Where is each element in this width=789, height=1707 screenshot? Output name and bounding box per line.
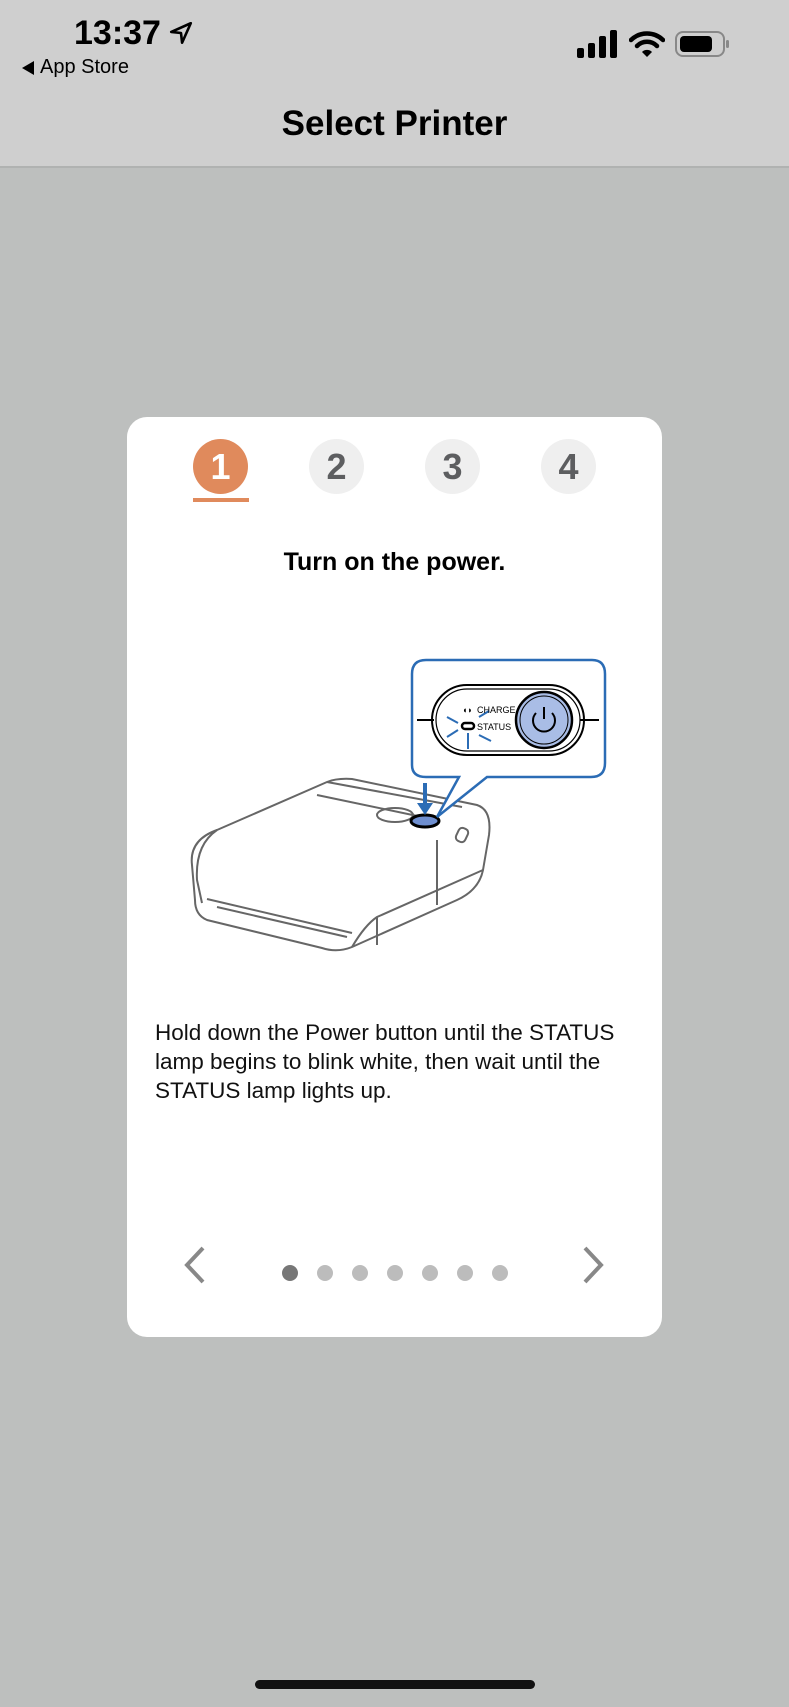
active-step-underline [193, 498, 249, 502]
page-dot-4[interactable] [387, 1265, 403, 1281]
wifi-icon [629, 31, 665, 57]
step-tab-1[interactable]: 1 [193, 439, 248, 494]
page-dot-2[interactable] [317, 1265, 333, 1281]
back-label: App Store [40, 56, 129, 78]
page-dot-6[interactable] [457, 1265, 473, 1281]
svg-text:◖◗: ◖◗ [462, 705, 473, 715]
location-arrow-icon [169, 21, 193, 45]
status-time: 13:37 [74, 14, 161, 52]
status-label: STATUS [477, 722, 511, 732]
printer-power-illustration: ◖◗ CHARGE STATUS [190, 658, 607, 952]
back-triangle-icon [22, 60, 34, 75]
page-dot-7[interactable] [492, 1265, 508, 1281]
step-heading: Turn on the power. [283, 548, 506, 576]
step-tab-2[interactable]: 2 [309, 439, 364, 494]
cellular-signal-icon [577, 30, 617, 58]
home-indicator[interactable] [255, 1680, 535, 1689]
step-tab-3[interactable]: 3 [425, 439, 480, 494]
page-indicator [282, 1265, 508, 1281]
step-tab-4[interactable]: 4 [541, 439, 596, 494]
previous-page-chevron-icon[interactable] [183, 1245, 207, 1285]
back-to-app-store[interactable]: App Store [22, 56, 129, 79]
charge-label: CHARGE [477, 705, 516, 715]
next-page-chevron-icon[interactable] [581, 1245, 605, 1285]
step-instructions: Hold down the Power button until the STA… [155, 1020, 615, 1103]
battery-icon [675, 31, 729, 57]
top-bar: 13:37 App Store Select Printer [0, 0, 789, 168]
page-dot-5[interactable] [422, 1265, 438, 1281]
page-dot-1[interactable] [282, 1265, 298, 1281]
setup-guide-card: 1 2 3 4 Turn on the power. ◖◗ CHARGE STA… [127, 417, 662, 1337]
page-dot-3[interactable] [352, 1265, 368, 1281]
page-title: Select Printer [281, 104, 508, 143]
